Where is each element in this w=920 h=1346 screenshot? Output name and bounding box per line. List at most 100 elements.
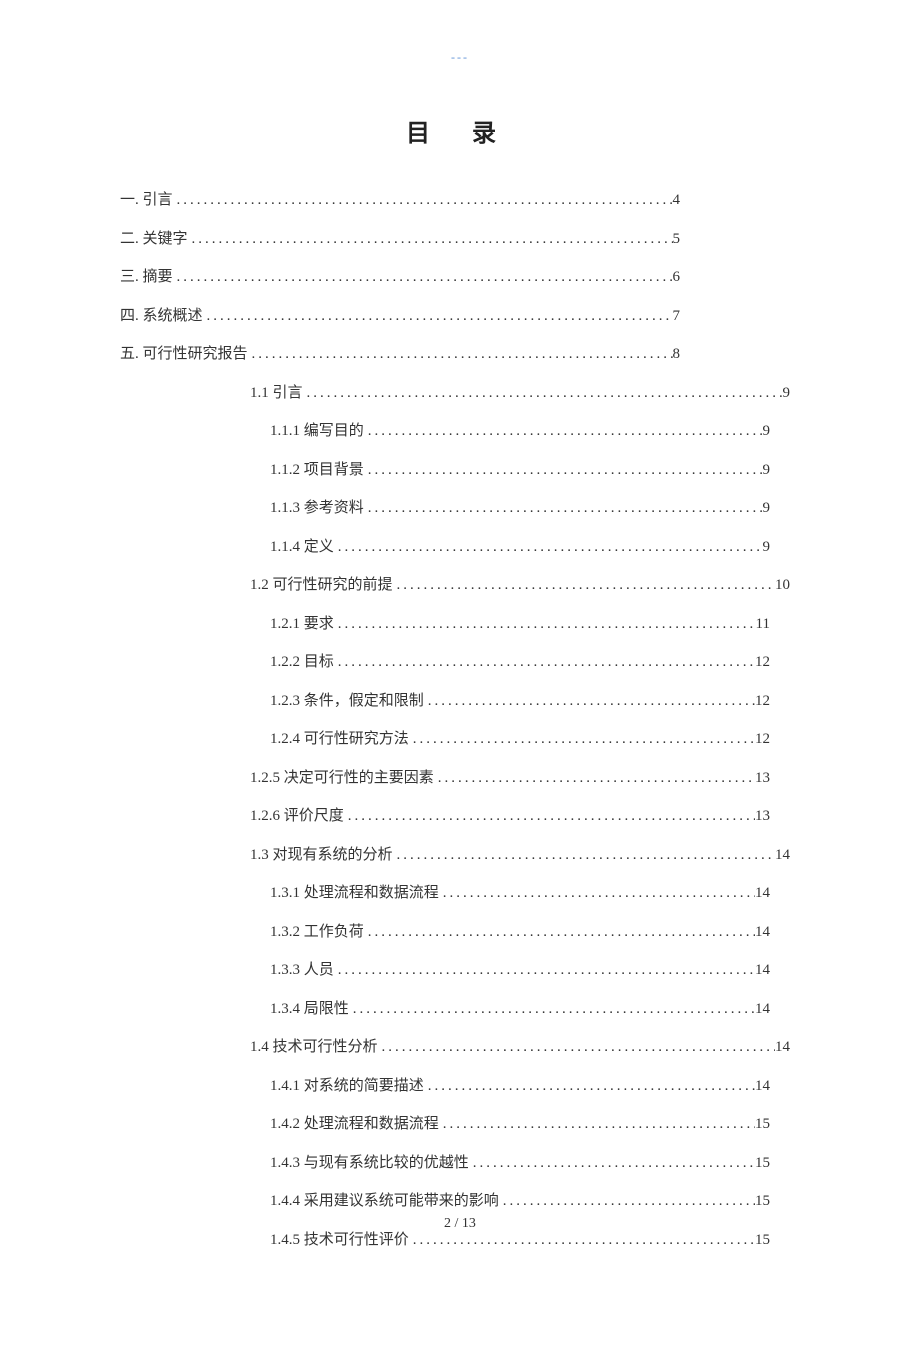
toc-entry-label: 1.2 可行性研究的前提 (250, 573, 393, 599)
toc-entry-page: 9 (763, 419, 771, 445)
toc-entry-label: 1.2.2 目标 (270, 650, 334, 676)
toc-entry-page: 4 (673, 188, 681, 214)
toc-entry-label: 1.1 引言 (250, 381, 303, 407)
toc-entry-page: 10 (775, 573, 790, 599)
toc-entry-page: 8 (673, 342, 681, 368)
toc-entry-label: 1.3.1 处理流程和数据流程 (270, 881, 439, 907)
toc-entry-label: 1.1.2 项目背景 (270, 458, 364, 484)
toc-leader-dots: ........................................… (334, 535, 763, 561)
toc-entry-label: 1.2.6 评价尺度 (250, 804, 344, 830)
toc-entry-label: 1.3.3 人员 (270, 958, 334, 984)
toc-leader-dots: ........................................… (393, 843, 775, 869)
toc-entry: 1.3.3 人员................................… (270, 958, 770, 984)
page-footer: 2 / 13 (0, 1216, 920, 1232)
toc-entry-label: 1.4.1 对系统的简要描述 (270, 1074, 424, 1100)
toc-leader-dots: ........................................… (499, 1189, 755, 1215)
toc-entry: 1.3.1 处理流程和数据流程.........................… (270, 881, 770, 907)
toc-entry: 1.4.2 处理流程和数据流程.........................… (270, 1112, 770, 1138)
toc-entry: 1.4 技术可行性分析.............................… (250, 1035, 790, 1061)
toc-entry-label: 1.4.4 采用建议系统可能带来的影响 (270, 1189, 499, 1215)
toc-entry: 三. 摘要...................................… (120, 265, 680, 291)
toc-entry-page: 15 (755, 1112, 770, 1138)
toc-entry: 1.2.3 条件，假定和限制..........................… (270, 689, 770, 715)
toc-entry-label: 三. 摘要 (120, 265, 173, 291)
toc-entry-page: 9 (763, 535, 771, 561)
toc-leader-dots: ........................................… (173, 188, 673, 214)
toc-leader-dots: ........................................… (334, 650, 755, 676)
document-page: --- 目 录 一. 引言...........................… (0, 0, 920, 1346)
toc-entry-label: 1.2.5 决定可行性的主要因素 (250, 766, 434, 792)
toc-entry-page: 5 (673, 227, 681, 253)
toc-leader-dots: ........................................… (364, 419, 763, 445)
toc-leader-dots: ........................................… (303, 381, 783, 407)
header-marker: --- (120, 50, 800, 65)
toc-entry: 1.4.4 采用建议系统可能带来的影响.....................… (270, 1189, 770, 1215)
toc-entry-page: 14 (755, 920, 770, 946)
toc-leader-dots: ........................................… (378, 1035, 775, 1061)
toc-entry: 1.2.6 评价尺度..............................… (250, 804, 770, 830)
toc-entry-page: 9 (783, 381, 791, 407)
toc-entry-label: 1.4 技术可行性分析 (250, 1035, 378, 1061)
toc-entry-page: 13 (755, 804, 770, 830)
toc-entry-page: 11 (756, 612, 770, 638)
toc-entry-label: 1.4.3 与现有系统比较的优越性 (270, 1151, 469, 1177)
toc-entry: 1.3 对现有系统的分析............................… (250, 843, 790, 869)
toc-entry: 1.1.3 参考资料..............................… (270, 496, 770, 522)
toc-entry-label: 一. 引言 (120, 188, 173, 214)
toc-leader-dots: ........................................… (188, 227, 673, 253)
toc-entry-page: 12 (755, 650, 770, 676)
toc-entry-page: 15 (755, 1189, 770, 1215)
toc-entry: 一. 引言...................................… (120, 188, 680, 214)
toc-entry: 1.3.2 工作负荷..............................… (270, 920, 770, 946)
toc-leader-dots: ........................................… (469, 1151, 755, 1177)
toc-entry-page: 14 (755, 997, 770, 1023)
toc-leader-dots: ........................................… (173, 265, 673, 291)
toc-leader-dots: ........................................… (334, 612, 756, 638)
toc-entry-page: 14 (775, 1035, 790, 1061)
toc-entry: 1.1.2 项目背景..............................… (270, 458, 770, 484)
toc-leader-dots: ........................................… (349, 997, 755, 1023)
toc-entry-label: 1.3 对现有系统的分析 (250, 843, 393, 869)
toc-entry-label: 五. 可行性研究报告 (120, 342, 248, 368)
toc-entry-page: 9 (763, 496, 771, 522)
toc-entry-label: 1.3.2 工作负荷 (270, 920, 364, 946)
toc-entry-page: 14 (775, 843, 790, 869)
toc-leader-dots: ........................................… (409, 727, 755, 753)
toc-entry-label: 1.1.3 参考资料 (270, 496, 364, 522)
toc-entry-page: 12 (755, 727, 770, 753)
toc-entry: 四. 系统概述.................................… (120, 304, 680, 330)
toc-entry-label: 1.4.2 处理流程和数据流程 (270, 1112, 439, 1138)
toc-leader-dots: ........................................… (424, 1074, 755, 1100)
toc-entry-label: 四. 系统概述 (120, 304, 203, 330)
toc-leader-dots: ........................................… (344, 804, 755, 830)
toc-entry-page: 7 (673, 304, 681, 330)
toc-leader-dots: ........................................… (439, 1112, 755, 1138)
toc-leader-dots: ........................................… (364, 496, 763, 522)
toc-entry: 1.3.4 局限性...............................… (270, 997, 770, 1023)
toc-entry-label: 1.1.1 编写目的 (270, 419, 364, 445)
toc-entry: 1.2.1 要求................................… (270, 612, 770, 638)
toc-entry: 五. 可行性研究报告..............................… (120, 342, 680, 368)
toc-entry-page: 9 (763, 458, 771, 484)
toc-leader-dots: ........................................… (434, 766, 755, 792)
toc-entry-label: 1.3.4 局限性 (270, 997, 349, 1023)
toc-leader-dots: ........................................… (393, 573, 775, 599)
toc-entry: 1.1.1 编写目的..............................… (270, 419, 770, 445)
toc-title: 目 录 (120, 113, 800, 148)
table-of-contents: 一. 引言...................................… (120, 188, 800, 1253)
toc-entry-page: 14 (755, 958, 770, 984)
toc-leader-dots: ........................................… (203, 304, 673, 330)
toc-entry-page: 13 (755, 766, 770, 792)
toc-entry-label: 1.2.4 可行性研究方法 (270, 727, 409, 753)
toc-entry: 1.2.4 可行性研究方法...........................… (270, 727, 770, 753)
toc-leader-dots: ........................................… (248, 342, 673, 368)
toc-entry-label: 1.2.1 要求 (270, 612, 334, 638)
toc-entry: 1.2.5 决定可行性的主要因素........................… (250, 766, 770, 792)
toc-leader-dots: ........................................… (424, 689, 755, 715)
toc-entry: 1.2 可行性研究的前提............................… (250, 573, 790, 599)
toc-entry: 1.1.4 定义................................… (270, 535, 770, 561)
toc-leader-dots: ........................................… (334, 958, 755, 984)
toc-entry-label: 1.1.4 定义 (270, 535, 334, 561)
toc-entry: 1.4.3 与现有系统比较的优越性.......................… (270, 1151, 770, 1177)
toc-entry-label: 1.2.3 条件，假定和限制 (270, 689, 424, 715)
